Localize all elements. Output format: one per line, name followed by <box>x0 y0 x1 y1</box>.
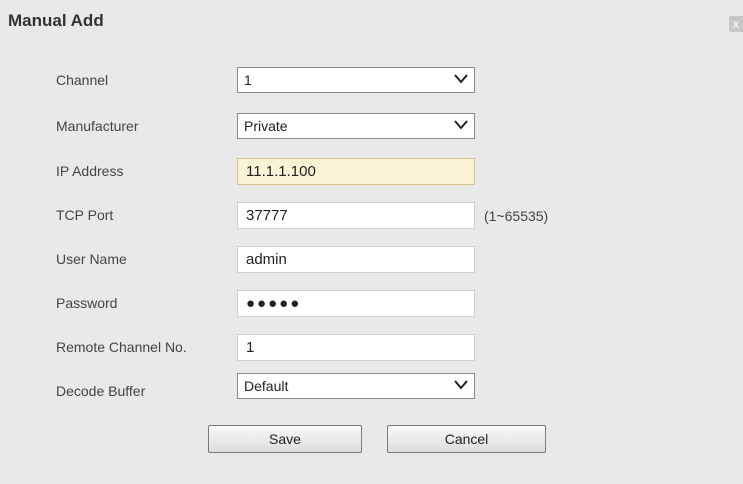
chevron-down-icon <box>454 120 468 130</box>
password-input[interactable]: ●●●●● <box>237 290 475 317</box>
tcp-port-label: TCP Port <box>56 207 114 223</box>
decode-buffer-value: Default <box>244 378 289 394</box>
channel-select[interactable]: 1 <box>237 67 475 93</box>
decode-buffer-select[interactable]: Default <box>237 373 475 399</box>
manufacturer-label: Manufacturer <box>56 118 139 134</box>
ip-address-label: IP Address <box>56 163 124 179</box>
user-name-label: User Name <box>56 251 127 267</box>
manufacturer-select[interactable]: Private <box>237 113 475 139</box>
tcp-port-input[interactable]: 37777 <box>237 202 475 229</box>
remote-channel-input[interactable]: 1 <box>237 334 475 361</box>
remote-channel-label: Remote Channel No. <box>56 339 187 355</box>
save-button[interactable]: Save <box>208 425 362 453</box>
password-label: Password <box>56 295 118 311</box>
decode-buffer-label: Decode Buffer <box>56 383 146 399</box>
manufacturer-value: Private <box>244 118 288 134</box>
ip-address-input[interactable]: 11.1.1.100 <box>237 158 475 185</box>
tcp-port-range-hint: (1~65535) <box>484 208 549 224</box>
close-icon[interactable]: x <box>729 16 743 32</box>
chevron-down-icon <box>454 380 468 390</box>
dialog-title: Manual Add <box>8 11 104 30</box>
chevron-down-icon <box>454 74 468 84</box>
user-name-input[interactable]: admin <box>237 246 475 273</box>
channel-label: Channel <box>56 72 109 88</box>
cancel-button[interactable]: Cancel <box>387 425 546 453</box>
dialog-titlebar: Manual Add x <box>0 0 743 44</box>
channel-value: 1 <box>244 72 252 88</box>
